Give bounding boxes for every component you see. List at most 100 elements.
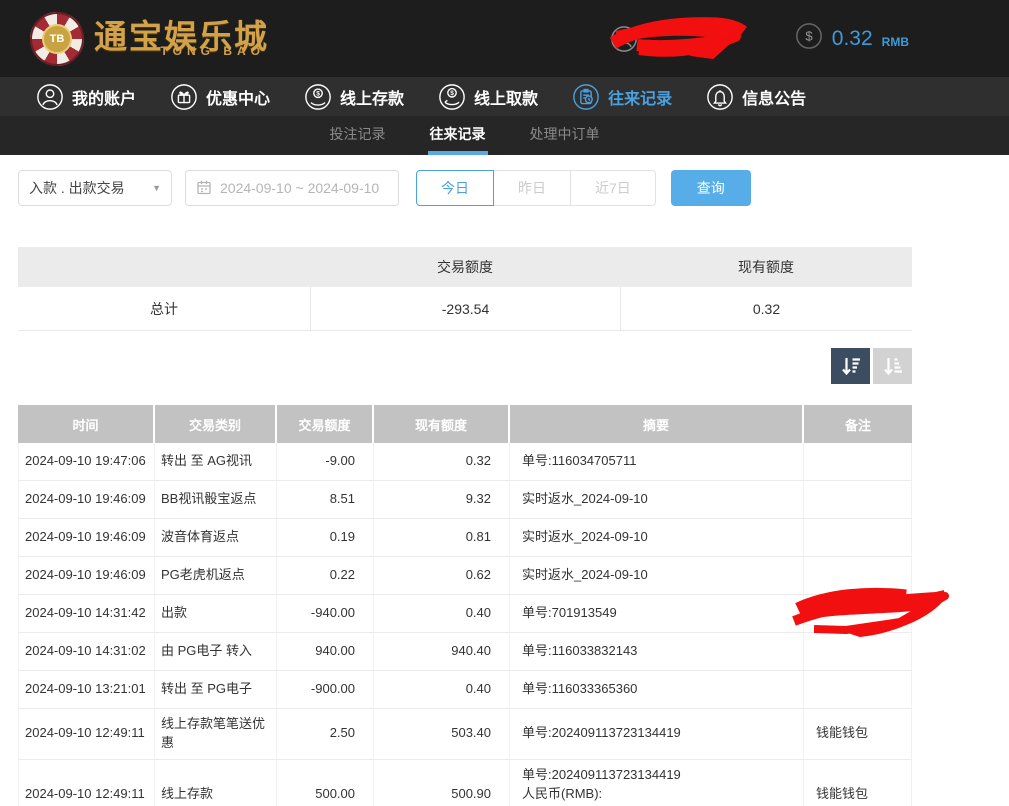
nav-label: 线上取款 [474, 85, 538, 109]
cell-category: 波音体育返点 [155, 519, 277, 557]
sort-ascending-button[interactable] [873, 348, 912, 384]
chip-monogram: TB [42, 24, 72, 54]
cell-balance: 9.32 [374, 481, 510, 519]
cell-category: 转出 至 AG视讯 [155, 443, 277, 481]
main-content: 入款 . 出款交易 ▼ 2024-09-10 ~ 2024-09-10 今日 昨… [0, 155, 1009, 806]
cell-note: 钱能钱包 [804, 709, 912, 760]
quick-date-buttons: 今日 昨日 近7日 [416, 170, 656, 206]
records-icon [572, 83, 600, 111]
cell-balance: 0.81 [374, 519, 510, 557]
cell-amount: 940.00 [277, 633, 374, 671]
cell-time: 2024-09-10 19:47:06 [18, 443, 155, 481]
svg-text:$: $ [316, 90, 320, 97]
balance-currency: RMB [882, 29, 909, 49]
cell-summary: 单号:116033365360 [510, 671, 804, 709]
cell-note: 钱能钱包 [804, 760, 912, 806]
username-area[interactable] [605, 15, 755, 63]
cell-balance: 503.40 [374, 709, 510, 760]
summary-table: 交易额度 现有额度 总计 -293.54 0.32 [18, 247, 912, 331]
redaction-scribble [605, 15, 755, 63]
cell-amount: -900.00 [277, 671, 374, 709]
table-row: 2024-09-10 14:31:02 由 PG电子 转入 940.00 940… [18, 633, 912, 671]
table-row: 2024-09-10 13:21:01 转出 至 PG电子 -900.00 0.… [18, 671, 912, 709]
cell-summary: 实时返水_2024-09-10 [510, 481, 804, 519]
col-header-time: 时间 [18, 405, 155, 443]
filter-bar: 入款 . 出款交易 ▼ 2024-09-10 ~ 2024-09-10 今日 昨… [18, 170, 912, 206]
tab-bet-records[interactable]: 投注记录 [328, 116, 388, 155]
summary-col-balance: 现有额度 [620, 247, 912, 287]
record-tabs: 投注记录 往来记录 处理中订单 [0, 116, 1009, 155]
cell-summary: 单号:116033832143 [510, 633, 804, 671]
col-header-note: 备注 [804, 405, 912, 443]
cell-balance: 0.32 [374, 443, 510, 481]
table-row: 2024-09-10 19:47:06 转出 至 AG视讯 -9.00 0.32… [18, 443, 912, 481]
date-range-value: 2024-09-10 ~ 2024-09-10 [220, 180, 379, 196]
summary-col-transaction: 交易额度 [310, 247, 620, 287]
calendar-icon [196, 179, 212, 198]
cell-amount: 2.50 [277, 709, 374, 760]
sort-descending-button[interactable] [831, 348, 870, 384]
cell-summary: 单号:202409113723134419 [510, 709, 804, 760]
cell-summary: 单号:701913549 [510, 595, 804, 633]
cell-time: 2024-09-10 19:46:09 [18, 481, 155, 519]
brand-title-en: TONG BAO [161, 44, 269, 58]
cell-time: 2024-09-10 14:31:42 [18, 595, 155, 633]
cell-amount: -940.00 [277, 595, 374, 633]
cell-balance: 500.90 [374, 760, 510, 806]
cell-category: 线上存款 [155, 760, 277, 806]
cell-amount: 500.00 [277, 760, 374, 806]
nav-item-my-account[interactable]: 我的账户 [36, 83, 136, 111]
cell-summary: 单号:116034705711 [510, 443, 804, 481]
cell-time: 2024-09-10 19:46:09 [18, 519, 155, 557]
today-button[interactable]: 今日 [416, 170, 494, 206]
table-row: 2024-09-10 19:46:09 PG老虎机返点 0.22 0.62 实时… [18, 557, 912, 595]
nav-item-transactions[interactable]: 往来记录 [572, 83, 672, 111]
table-row: 2024-09-10 14:31:42 出款 -940.00 0.40 单号:7… [18, 595, 912, 633]
last7days-button[interactable]: 近7日 [570, 170, 656, 206]
cell-note [804, 443, 912, 481]
table-row: 2024-09-10 19:46:09 BB视讯骰宝返点 8.51 9.32 实… [18, 481, 912, 519]
nav-item-deposit[interactable]: $ 线上存款 [304, 83, 404, 111]
brand-logo[interactable]: TB 通宝娱乐城 TONG BAO [30, 12, 269, 66]
cell-category: 出款 [155, 595, 277, 633]
balance-display[interactable]: $ 0.32 RMB [795, 22, 909, 55]
cell-category: 由 PG电子 转入 [155, 633, 277, 671]
nav-label: 信息公告 [742, 85, 806, 109]
summary-transaction-total: -293.54 [310, 287, 620, 331]
nav-item-withdraw[interactable]: $ 线上取款 [438, 83, 538, 111]
nav-label: 线上存款 [340, 85, 404, 109]
cell-category: 转出 至 PG电子 [155, 671, 277, 709]
deposit-icon: $ [304, 83, 332, 111]
cell-balance: 0.62 [374, 557, 510, 595]
topbar-right: $ 0.32 RMB [605, 15, 909, 63]
nav-label: 我的账户 [72, 85, 136, 109]
transaction-type-select[interactable]: 入款 . 出款交易 ▼ [18, 170, 172, 206]
cell-amount: 8.51 [277, 481, 374, 519]
search-button[interactable]: 查询 [671, 170, 751, 206]
tab-transaction-records[interactable]: 往来记录 [428, 116, 488, 155]
cell-summary: 实时返水_2024-09-10 [510, 557, 804, 595]
nav-label: 往来记录 [608, 85, 672, 109]
cell-amount: -9.00 [277, 443, 374, 481]
gift-icon [170, 83, 198, 111]
cell-category: BB视讯骰宝返点 [155, 481, 277, 519]
date-range-input[interactable]: 2024-09-10 ~ 2024-09-10 [185, 170, 399, 206]
cell-time: 2024-09-10 12:49:11 [18, 760, 155, 806]
cell-note [804, 519, 912, 557]
cell-time: 2024-09-10 19:46:09 [18, 557, 155, 595]
cell-amount: 0.22 [277, 557, 374, 595]
nav-item-promotions[interactable]: 优惠中心 [170, 83, 270, 111]
table-header-row: 时间 交易类别 交易额度 现有额度 摘要 备注 [18, 405, 912, 443]
table-row: 2024-09-10 12:49:11 线上存款笔笔送优惠 2.50 503.4… [18, 709, 912, 760]
yesterday-button[interactable]: 昨日 [493, 170, 571, 206]
cell-summary: 实时返水_2024-09-10 [510, 519, 804, 557]
bell-icon [706, 83, 734, 111]
nav-item-announcements[interactable]: 信息公告 [706, 83, 806, 111]
cell-time: 2024-09-10 13:21:01 [18, 671, 155, 709]
top-header: TB 通宝娱乐城 TONG BAO [0, 0, 1009, 77]
cell-category: 线上存款笔笔送优惠 [155, 709, 277, 760]
tab-pending-orders[interactable]: 处理中订单 [528, 116, 602, 155]
cell-summary: 单号:202409113723134419 人民币(RMB): 500 [510, 760, 804, 806]
nav-label: 优惠中心 [206, 85, 270, 109]
main-nav: 我的账户 优惠中心 $ 线上存款 $ 线上取款 [0, 77, 1009, 116]
